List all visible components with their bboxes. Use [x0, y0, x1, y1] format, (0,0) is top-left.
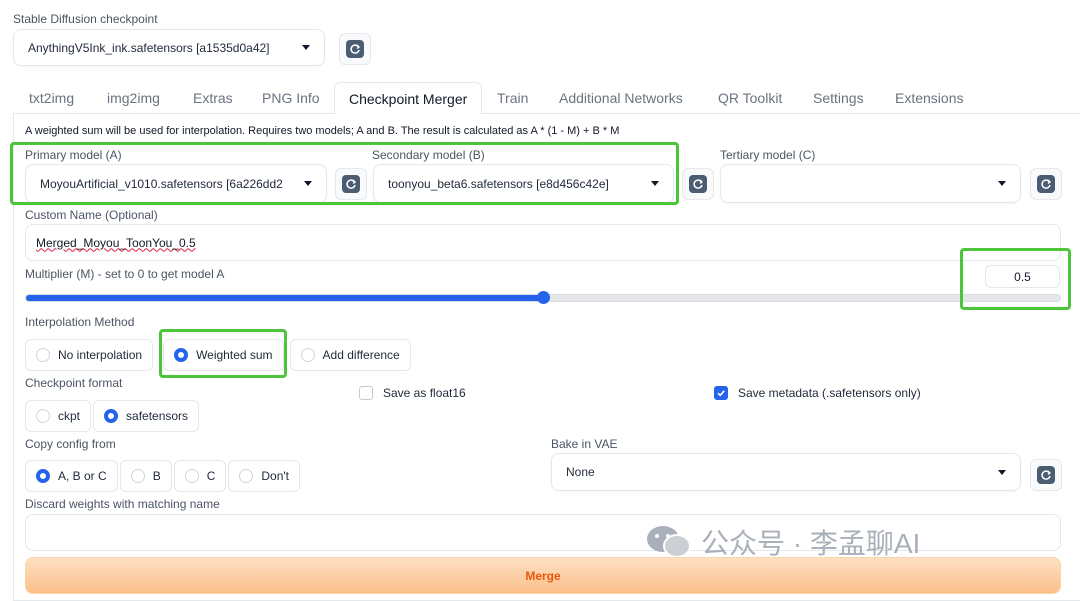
radio-icon	[130, 469, 145, 483]
refresh-icon	[689, 175, 707, 193]
tertiary-model-label: Tertiary model (C)	[720, 148, 816, 162]
format-label: Checkpoint format	[25, 376, 123, 390]
radio-icon	[184, 469, 199, 483]
chevron-down-icon	[302, 45, 310, 50]
radio-icon	[300, 348, 315, 362]
primary-model-dropdown[interactable]: MoyouArtificial_v1010.safetensors [6a226…	[25, 164, 327, 203]
tab-img2img[interactable]: img2img	[107, 82, 160, 114]
chevron-down-icon	[998, 469, 1006, 475]
custom-name-input[interactable]: Merged_Moyou_ToonYou_0.5	[25, 224, 1061, 261]
radio-icon	[239, 469, 254, 483]
multiplier-value: 0.5	[1014, 269, 1031, 284]
refresh-vae-button[interactable]	[1030, 459, 1062, 491]
watermark: 公众号 · 李孟聊AI	[645, 522, 920, 562]
format-option-ckpt[interactable]: ckpt	[25, 400, 92, 432]
multiplier-slider-thumb[interactable]	[537, 291, 550, 304]
format-option-safetensors[interactable]: safetensors	[93, 400, 200, 432]
custom-name-label: Custom Name (Optional)	[25, 208, 158, 222]
custom-name-value: Merged_Moyou_ToonYou_0.5	[36, 235, 196, 250]
interp-option-none[interactable]: No interpolation	[25, 339, 154, 371]
checkmark-icon	[714, 386, 728, 400]
multiplier-label: Multiplier (M) - set to 0 to get model A	[25, 267, 225, 281]
secondary-model-label: Secondary model (B)	[372, 148, 485, 162]
checkpoint-dropdown[interactable]: AnythingV5Ink_ink.safetensors [a1535d0a4…	[13, 29, 325, 66]
refresh-icon	[346, 40, 364, 58]
copy-option-b[interactable]: B	[119, 460, 172, 492]
multiplier-slider-fill	[26, 295, 543, 301]
merge-button[interactable]: Merge	[25, 557, 1061, 594]
refresh-tertiary-button[interactable]	[1030, 168, 1062, 200]
tab-png-info[interactable]: PNG Info	[262, 82, 320, 114]
discard-label: Discard weights with matching name	[25, 497, 220, 511]
interpolation-radio-group: No interpolation Weighted sum Add differ…	[25, 339, 411, 371]
radio-icon	[36, 348, 50, 362]
tab-bar: txt2img img2img Extras PNG Info Checkpoi…	[13, 82, 1080, 114]
refresh-secondary-button[interactable]	[682, 168, 714, 200]
checkpoint-label: Stable Diffusion checkpoint	[13, 12, 158, 26]
chevron-down-icon	[998, 181, 1006, 186]
save-float16-checkbox[interactable]: Save as float16	[359, 386, 466, 400]
radio-icon	[36, 409, 50, 423]
multiplier-number-input[interactable]: 0.5	[985, 265, 1060, 288]
secondary-model-value: toonyou_beta6.safetensors [e8d456c42e]	[388, 176, 609, 191]
chevron-down-icon	[651, 181, 659, 186]
refresh-icon	[1037, 175, 1055, 193]
copy-config-label: Copy config from	[25, 437, 116, 451]
bake-vae-label: Bake in VAE	[551, 437, 618, 451]
secondary-model-dropdown[interactable]: toonyou_beta6.safetensors [e8d456c42e]	[373, 164, 674, 203]
tertiary-model-dropdown[interactable]	[720, 164, 1021, 203]
tab-extensions[interactable]: Extensions	[895, 82, 963, 114]
radio-selected-icon	[104, 409, 119, 423]
copy-option-c[interactable]: C	[173, 460, 227, 492]
checkpoint-value: AnythingV5Ink_ink.safetensors [a1535d0a4…	[28, 40, 270, 55]
tab-settings[interactable]: Settings	[813, 82, 864, 114]
checkbox-icon	[359, 386, 373, 400]
radio-selected-icon	[174, 348, 189, 362]
copy-config-radio-group: A, B or C B C Don't	[25, 460, 301, 492]
refresh-icon	[342, 175, 360, 193]
wechat-icon	[647, 526, 691, 558]
save-metadata-checkbox[interactable]: Save metadata (.safetensors only)	[714, 386, 921, 400]
primary-model-value: MoyouArtificial_v1010.safetensors [6a226…	[40, 176, 283, 191]
tab-txt2img[interactable]: txt2img	[29, 82, 74, 114]
tab-checkpoint-merger[interactable]: Checkpoint Merger	[334, 82, 483, 114]
refresh-checkpoint-button[interactable]	[339, 33, 371, 65]
tab-train[interactable]: Train	[497, 82, 528, 114]
bake-vae-dropdown[interactable]: None	[551, 453, 1021, 491]
refresh-primary-button[interactable]	[335, 168, 367, 200]
bake-vae-value: None	[566, 465, 595, 479]
radio-selected-icon	[36, 469, 50, 483]
merger-description: A weighted sum will be used for interpol…	[25, 125, 620, 137]
tab-extras[interactable]: Extras	[193, 82, 233, 114]
refresh-icon	[1037, 466, 1055, 484]
copy-option-abc[interactable]: A, B or C	[25, 460, 118, 492]
tab-qr-toolkit[interactable]: QR Toolkit	[718, 82, 782, 114]
chevron-down-icon	[304, 181, 312, 186]
interp-option-add-difference[interactable]: Add difference	[289, 339, 411, 371]
tab-additional-networks[interactable]: Additional Networks	[559, 82, 683, 114]
interp-option-weighted-sum[interactable]: Weighted sum	[163, 339, 284, 371]
format-radio-group: ckpt safetensors	[25, 400, 200, 432]
interpolation-label: Interpolation Method	[25, 315, 135, 329]
copy-option-dont[interactable]: Don't	[228, 460, 301, 492]
primary-model-label: Primary model (A)	[25, 148, 122, 162]
